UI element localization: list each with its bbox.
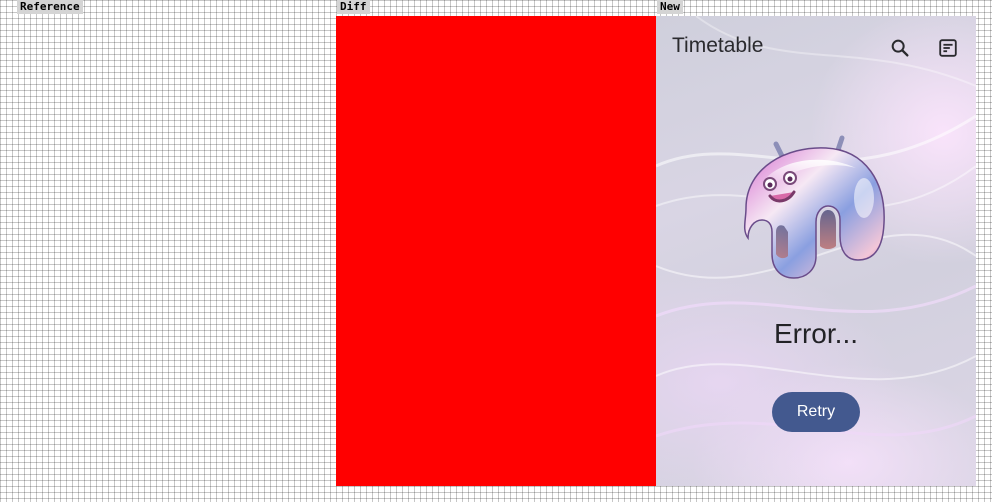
- top-app-bar: Timetable: [656, 16, 976, 80]
- diff-label: Diff: [337, 0, 370, 14]
- mascot-illustration: [743, 135, 885, 279]
- retry-button[interactable]: Retry: [772, 392, 860, 432]
- app-title: Timetable: [672, 34, 764, 57]
- diff-panel: [336, 16, 656, 486]
- timetable-button[interactable]: [932, 32, 964, 64]
- search-icon: [891, 39, 909, 57]
- new-label: New: [657, 0, 683, 14]
- error-message: Error...: [773, 318, 858, 349]
- timetable-icon: [939, 39, 957, 57]
- search-button[interactable]: [884, 32, 916, 64]
- app-screen: Timetable Error... Retry: [656, 16, 976, 486]
- reference-label: Reference: [17, 0, 83, 14]
